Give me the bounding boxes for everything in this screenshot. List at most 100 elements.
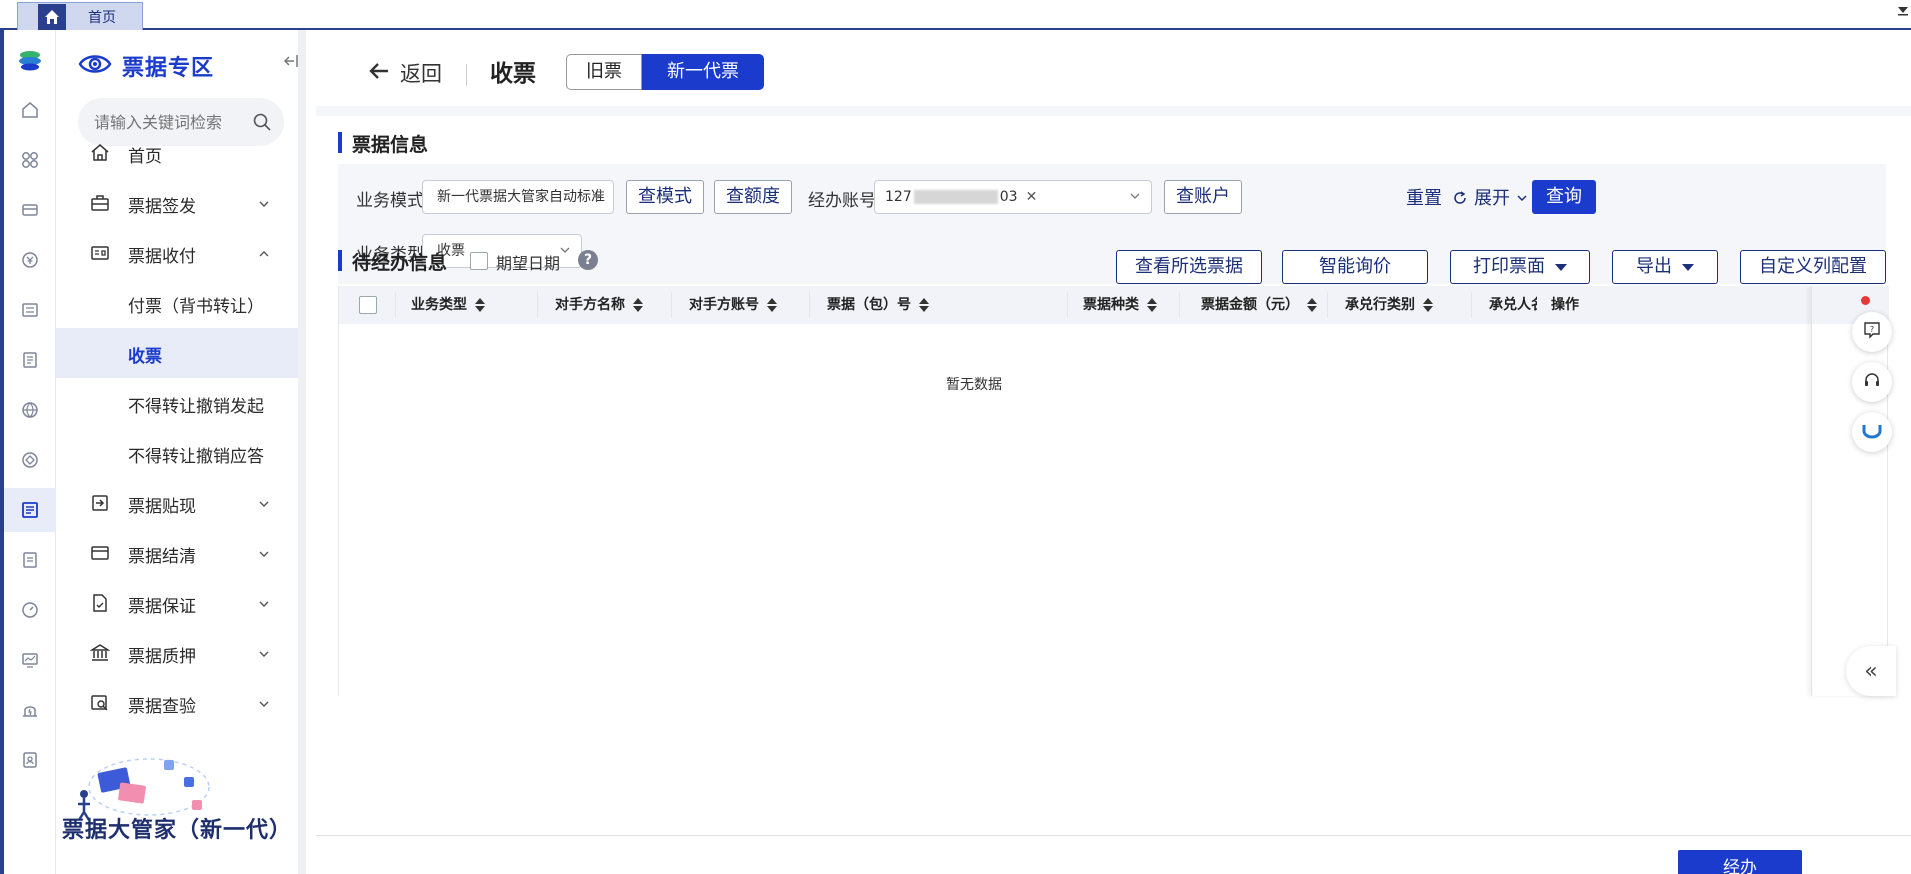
rail-card-icon[interactable]: [4, 188, 56, 232]
account-label: 经办账号: [808, 191, 876, 211]
biz-mode-select[interactable]: 新一代票据大管家自动标准: [422, 180, 614, 214]
expand-panel-button[interactable]: «: [1846, 646, 1896, 696]
expected-date-label: 期望日期: [496, 254, 561, 273]
rail-home-icon[interactable]: [4, 88, 56, 132]
bottom-action-bar: 经办: [316, 835, 1911, 874]
section-gap: [316, 106, 1911, 116]
rail-apps-icon[interactable]: [4, 138, 56, 182]
chevron-up-icon: [258, 245, 270, 265]
check-quota-button[interactable]: 查额度: [714, 180, 792, 214]
select-all-checkbox[interactable]: [359, 296, 377, 314]
sort-icon[interactable]: [919, 298, 929, 312]
sort-icon[interactable]: [1307, 298, 1317, 312]
sort-icon[interactable]: [767, 298, 777, 312]
arrow-left-icon: [368, 60, 390, 87]
sort-icon[interactable]: [475, 298, 485, 312]
expected-date-checkbox[interactable]: [470, 252, 488, 270]
home-icon: [38, 3, 66, 30]
tab-old-bill[interactable]: 旧票: [566, 54, 642, 90]
chevron-down-icon: [258, 545, 270, 565]
rail-contact-icon[interactable]: [4, 738, 56, 782]
help-icon[interactable]: ?: [578, 250, 598, 270]
account-select[interactable]: 127 03 ✕: [874, 180, 1152, 214]
sort-icon[interactable]: [633, 298, 643, 312]
sort-icon[interactable]: [1423, 298, 1433, 312]
sidebar-title: 票据专区: [122, 56, 215, 81]
tab-menu-caret-icon[interactable]: [1897, 4, 1909, 19]
export-button[interactable]: 导出: [1612, 250, 1718, 284]
assistant-logo-icon: [1861, 421, 1883, 443]
sidebar-scrollbar[interactable]: [298, 30, 306, 874]
col-bill-kind[interactable]: 票据种类: [1083, 286, 1157, 324]
print-button[interactable]: 打印票面: [1450, 250, 1590, 284]
rail-bill-zone-icon[interactable]: [4, 488, 56, 532]
rail-diamond-icon[interactable]: [4, 438, 56, 482]
col-counterparty-name[interactable]: 对手方名称: [555, 286, 643, 324]
rail-bill-icon[interactable]: [4, 338, 56, 382]
sidebar-item-verify[interactable]: 票据查验: [56, 678, 298, 728]
view-selected-button[interactable]: 查看所选票据: [1116, 250, 1262, 284]
back-button[interactable]: 返回: [368, 58, 442, 88]
document-check-icon: [90, 593, 110, 618]
process-button[interactable]: 经办: [1678, 850, 1802, 874]
col-bill-number[interactable]: 票据（包）号: [827, 286, 929, 324]
sidebar-subitem-receive[interactable]: 收票: [56, 328, 298, 378]
refresh-icon: [1448, 188, 1468, 209]
sidebar-footer-brand: 票据大管家（新一代）: [62, 818, 293, 843]
sidebar-item-guarantee[interactable]: 票据保证: [56, 578, 298, 628]
pending-info-title: 待经办信息: [338, 248, 447, 275]
sidebar-item-pledge[interactable]: 票据质押: [56, 628, 298, 678]
column-separator: [1067, 292, 1068, 318]
briefcase-icon: [90, 193, 110, 218]
sidebar-subitem-pay-endorse[interactable]: 付票（背书转让）: [56, 278, 298, 328]
chevron-down-icon: [258, 695, 270, 715]
table-header: 业务类型 对手方名称 对手方账号 票据（包）号 票据种类 票据金额（元） 承兑行…: [339, 286, 1889, 324]
query-button[interactable]: 查询: [1532, 180, 1596, 214]
masked-digits: [913, 190, 998, 204]
column-separator: [809, 292, 810, 318]
tab-new-bill[interactable]: 新一代票: [642, 54, 764, 90]
sidebar-subitem-revoke-respond[interactable]: 不得转让撤销应答: [56, 428, 298, 478]
rail-monitor-icon[interactable]: [4, 638, 56, 682]
window-icon: [90, 543, 110, 568]
support-button[interactable]: [1852, 362, 1892, 402]
column-separator: [1179, 292, 1180, 318]
check-mode-button[interactable]: 查模式: [626, 180, 704, 214]
sort-icon[interactable]: [1147, 298, 1157, 312]
check-account-button[interactable]: 查账户: [1164, 180, 1242, 214]
bill-version-toggle: 旧票 新一代票: [566, 54, 764, 90]
sidebar-item-bill-issue[interactable]: 票据签发: [56, 178, 298, 228]
tab-home[interactable]: 首页: [17, 2, 143, 30]
feedback-button[interactable]: ?: [1852, 312, 1892, 352]
bank-icon: [89, 643, 111, 668]
rail-alarm-icon[interactable]: [4, 688, 56, 732]
rail-report-icon[interactable]: [4, 538, 56, 582]
rail-globe-icon[interactable]: [4, 388, 56, 432]
chevron-down-icon: [258, 645, 270, 665]
sidebar-item-discount[interactable]: 票据贴现: [56, 478, 298, 528]
smart-price-button[interactable]: 智能询价: [1282, 250, 1428, 284]
search-document-icon: [90, 693, 110, 718]
sidebar-item-home[interactable]: 首页: [56, 128, 298, 178]
chevron-down-icon: [591, 182, 603, 213]
col-biz-type[interactable]: 业务类型: [411, 286, 485, 324]
sidebar-subitem-revoke-initiate[interactable]: 不得转让撤销发起: [56, 378, 298, 428]
col-operation: 操作: [1551, 297, 1579, 313]
brand-logo-icon: [4, 38, 56, 82]
column-separator: [395, 292, 396, 318]
expand-button[interactable]: 展开: [1474, 184, 1528, 210]
remove-tag-icon[interactable]: ✕: [1026, 189, 1038, 205]
col-counterparty-account[interactable]: 对手方账号: [689, 286, 777, 324]
sidebar-item-bill-receive-pay[interactable]: 票据收付: [56, 228, 298, 278]
rail-gauge-icon[interactable]: [4, 588, 56, 632]
col-bill-amount[interactable]: 票据金额（元）: [1201, 286, 1317, 324]
reset-button[interactable]: 重置: [1406, 184, 1468, 210]
col-acceptor-bank-type[interactable]: 承兑行类别: [1345, 286, 1433, 324]
assistant-button[interactable]: [1852, 412, 1892, 452]
enter-icon: [90, 493, 110, 518]
col-acceptor-name[interactable]: 承兑人名: [1489, 286, 1537, 324]
rail-transfer-icon[interactable]: [4, 288, 56, 332]
custom-columns-button[interactable]: 自定义列配置: [1740, 250, 1886, 284]
sidebar-item-settle[interactable]: 票据结清: [56, 528, 298, 578]
rail-coin-icon[interactable]: [4, 238, 56, 282]
